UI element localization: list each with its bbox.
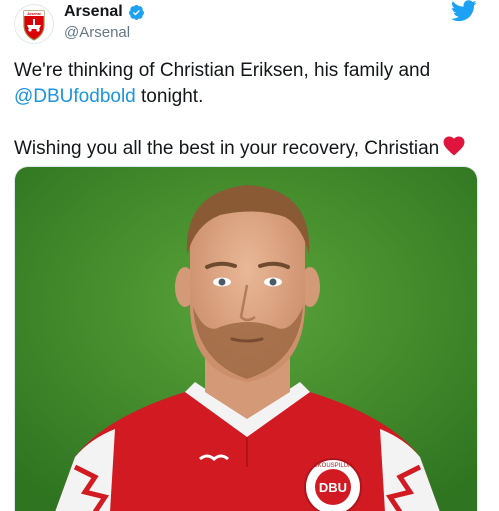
tweet-line-1-text: We're thinking of Christian Eriksen, his…: [14, 60, 431, 81]
tweet-line-2-suffix: tonight.: [135, 86, 204, 107]
tweet-text: We're thinking of Christian Eriksen, his…: [14, 58, 484, 162]
account-handle[interactable]: @Arsenal: [64, 24, 130, 41]
tweet-media-photo[interactable]: DBU SKOUSPILUN: [14, 166, 478, 511]
dbu-badge-text: DBU: [319, 480, 347, 495]
display-name[interactable]: Arsenal: [64, 3, 123, 21]
verified-badge-icon: [128, 4, 144, 20]
tweet-line-3: Wishing you all the best in your recover…: [14, 136, 484, 162]
dbu-badge-ring-text: SKOUSPILUN: [314, 463, 353, 469]
tweet-line-2: @DBUfodbold tonight.: [14, 84, 484, 110]
red-heart-icon: [443, 136, 465, 156]
twitter-bird-icon[interactable]: [451, 0, 477, 22]
eriksen-photo: DBU SKOUSPILUN: [15, 167, 477, 511]
tweet-line-3-text: Wishing you all the best in your recover…: [14, 138, 440, 159]
crest-text: Arsenal: [27, 12, 40, 16]
arsenal-crest-icon: Arsenal: [23, 10, 45, 41]
mention-link[interactable]: @DBUfodbold: [14, 86, 136, 107]
arsenal-avatar[interactable]: Arsenal: [14, 4, 54, 44]
tweet-line-1: We're thinking of Christian Eriksen, his…: [14, 58, 484, 84]
